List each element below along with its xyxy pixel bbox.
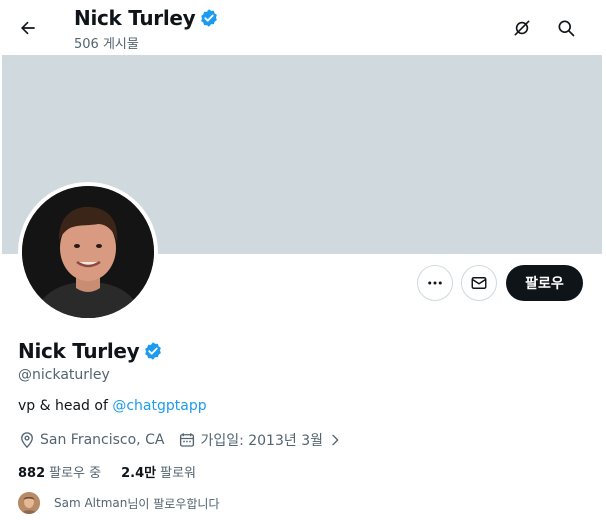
verified-badge-icon[interactable] [143,341,163,361]
chevron-right-icon [332,434,339,446]
hide-icon [514,20,530,36]
location-item: San Francisco, CA [18,431,164,449]
verified-badge-icon [199,8,219,28]
profile-stats: 882 팔로우 중 2.4만 팔로워 [18,462,216,481]
message-button[interactable] [461,265,497,301]
location-pin-icon [21,432,33,449]
profile-handle: @nickaturley [18,367,110,383]
hide-button[interactable] [506,12,538,44]
profile-bio: vp & head of @chatgptapp [18,398,207,414]
search-icon [558,20,575,37]
avatar-photo [22,186,154,318]
follower-avatar [18,492,40,514]
back-arrow-icon [21,21,35,35]
follow-button[interactable]: 팔로우 [506,265,583,301]
search-button[interactable] [550,12,582,44]
followers-link[interactable]: 2.4만 팔로워 [121,462,196,481]
profile-avatar[interactable] [18,182,158,322]
location-text: San Francisco, CA [40,432,165,448]
calendar-icon [180,433,195,447]
followed-by-text: 님이 팔로우합니다 [127,496,220,511]
following-link[interactable]: 882 팔로우 중 [18,462,101,481]
more-button[interactable] [417,265,453,301]
bio-text: vp & head of [18,398,113,414]
header-name: Nick Turley [74,6,196,30]
following-count: 882 [18,466,46,481]
top-bar: Nick Turley 506 게시물 [0,0,606,55]
post-count: 506 게시물 [74,37,139,52]
following-label: 팔로우 중 [49,466,102,481]
profile-name: Nick Turley [18,339,140,363]
more-dots-icon [428,281,442,285]
join-date-item[interactable]: 가입일: 2013년 3월 [178,430,347,450]
followers-count: 2.4만 [121,466,157,481]
followed-by-row[interactable]: Sam Altman 님이 팔로우합니다 [18,492,220,514]
mail-icon [471,277,487,289]
header-title: Nick Turley [74,6,219,30]
profile-meta: San Francisco, CA 가입일: 2013년 3월 [18,430,361,450]
followed-by-name: Sam Altman [54,496,128,510]
join-date-text: 가입일: 2013년 3월 [200,433,323,449]
profile-name-row: Nick Turley [18,339,163,363]
bio-mention-link[interactable]: @chatgptapp [112,398,206,414]
back-button[interactable] [12,12,44,44]
followers-label: 팔로워 [160,466,197,481]
